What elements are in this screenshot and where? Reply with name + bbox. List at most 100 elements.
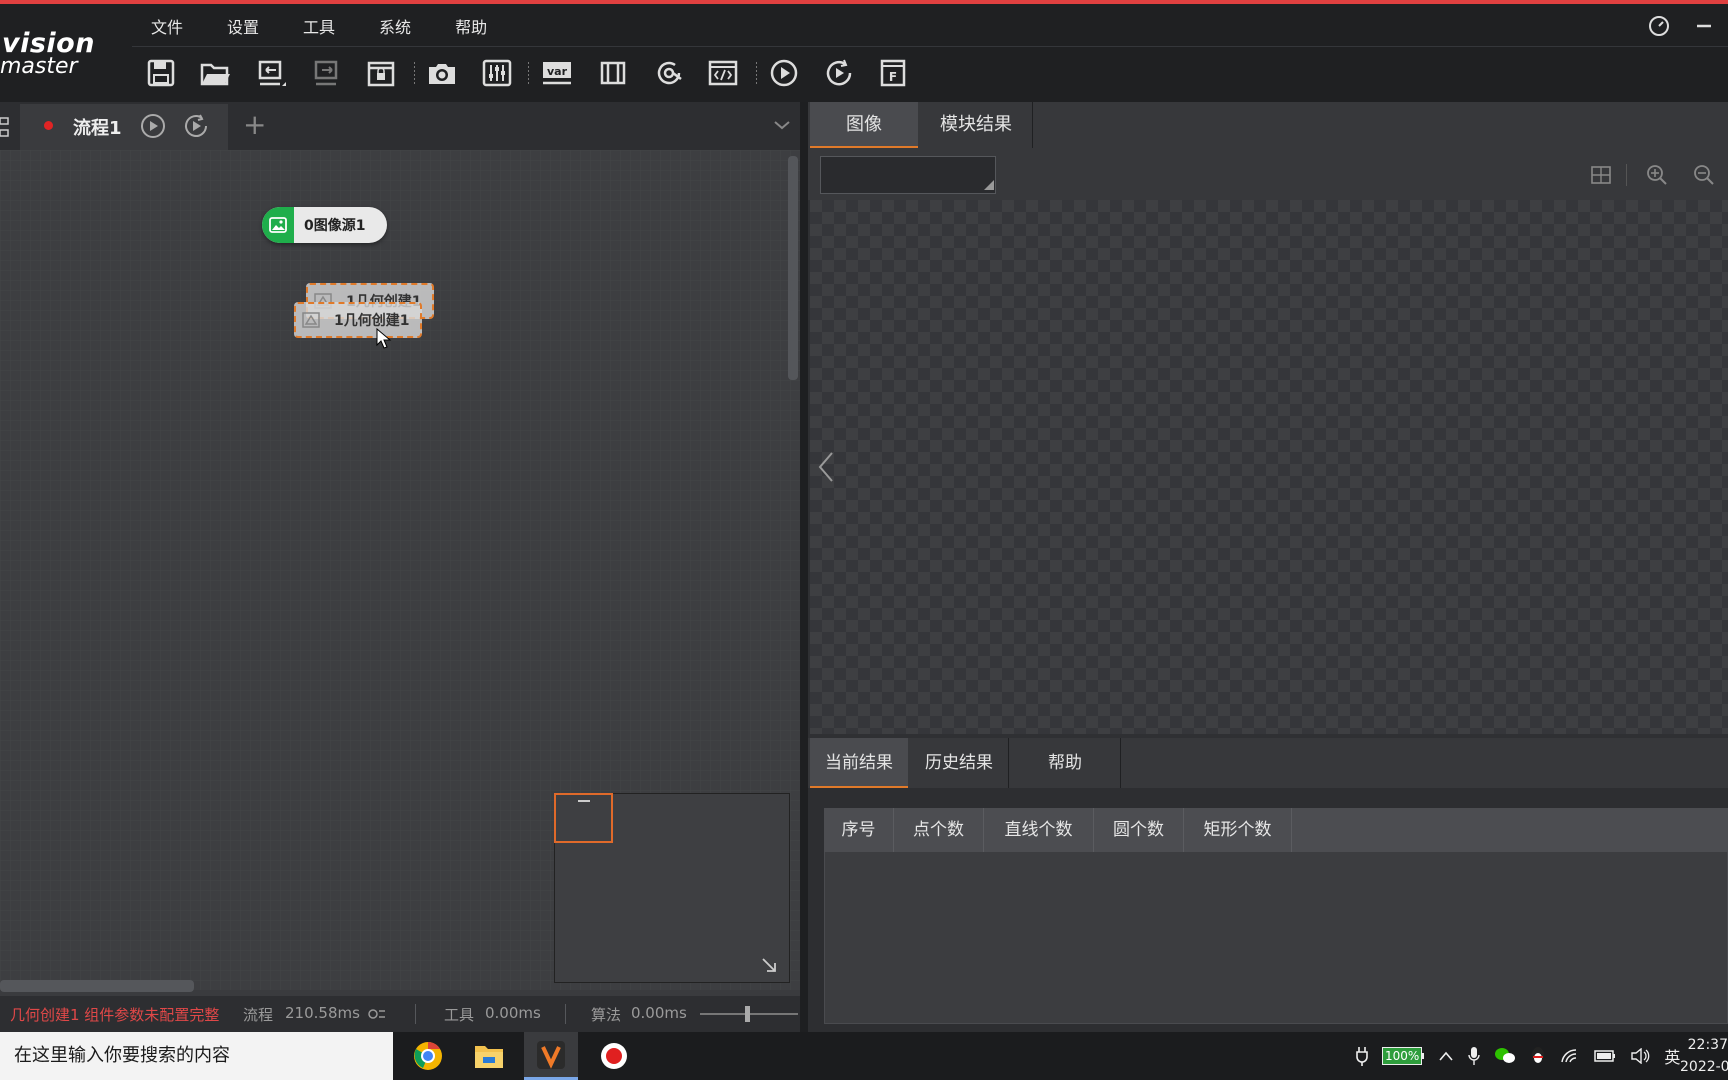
resize-arrow-icon[interactable] bbox=[760, 956, 778, 974]
zoom-in-icon[interactable] bbox=[1646, 164, 1668, 186]
chevron-down-icon[interactable] bbox=[773, 118, 791, 132]
flow-tab-label: 流程1 bbox=[73, 118, 122, 139]
flow-run-loop-icon[interactable] bbox=[183, 113, 209, 139]
column-point-count[interactable]: 点个数 bbox=[894, 808, 984, 852]
app-logo: vision master bbox=[0, 22, 130, 82]
communication-icon[interactable] bbox=[652, 56, 686, 90]
status-tool-time: 0.00ms bbox=[485, 1004, 541, 1022]
taskbar-explorer-icon[interactable] bbox=[462, 1032, 516, 1080]
status-flow-label: 流程 bbox=[243, 1006, 274, 1024]
panel-splitter[interactable] bbox=[800, 102, 808, 1032]
menu-file[interactable]: 文件 bbox=[140, 16, 194, 40]
toolbar-separator bbox=[414, 62, 415, 84]
run-once-icon[interactable] bbox=[767, 56, 801, 90]
open-folder-icon[interactable] bbox=[198, 56, 232, 90]
column-line-count[interactable]: 直线个数 bbox=[984, 808, 1094, 852]
lock-icon[interactable] bbox=[364, 56, 398, 90]
qq-icon[interactable] bbox=[1530, 1046, 1546, 1066]
zoom-out-icon[interactable] bbox=[1693, 164, 1715, 186]
import-icon[interactable] bbox=[254, 56, 288, 90]
tab-image[interactable]: 图像 bbox=[810, 102, 918, 148]
taskbar-visionmaster-icon[interactable] bbox=[524, 1032, 578, 1080]
power-plug-icon bbox=[1356, 1046, 1368, 1066]
tab-module-result[interactable]: 模块结果 bbox=[920, 102, 1033, 148]
svg-text:F: F bbox=[889, 70, 897, 84]
tab-help[interactable]: 帮助 bbox=[1010, 738, 1121, 788]
variable-icon[interactable]: var bbox=[540, 56, 574, 90]
image-source-dropdown[interactable] bbox=[820, 156, 996, 194]
recording-dot-icon bbox=[44, 121, 53, 130]
menu-bar: 文件 设置 工具 系统 帮助 bbox=[140, 16, 520, 40]
status-divider bbox=[415, 1004, 416, 1024]
node-image-source-label: 0图像源1 bbox=[304, 218, 366, 234]
add-flow-button[interactable]: + bbox=[243, 108, 266, 141]
image-icon bbox=[262, 207, 294, 243]
minimap-node-marker bbox=[578, 800, 590, 802]
save-icon[interactable] bbox=[144, 56, 178, 90]
status-algo-time: 0.00ms bbox=[631, 1004, 687, 1022]
taskbar-clock[interactable]: 22:37 2022-03 bbox=[1680, 1034, 1728, 1078]
menu-divider bbox=[132, 46, 1728, 47]
node-geometry-label: 1几何创建1 bbox=[334, 313, 410, 329]
battery-percent: 100% bbox=[1382, 1047, 1423, 1065]
global-icon[interactable] bbox=[596, 56, 630, 90]
process-tree-icon[interactable] bbox=[0, 116, 12, 138]
logo-line2: master bbox=[0, 54, 78, 79]
chevron-up-icon[interactable] bbox=[1438, 1050, 1454, 1062]
clock-date: 2022-03 bbox=[1680, 1059, 1728, 1075]
menu-settings[interactable]: 设置 bbox=[216, 16, 270, 40]
status-error-message: 几何创建1 组件参数未配置完整 bbox=[10, 1006, 220, 1024]
tab-current-result[interactable]: 当前结果 bbox=[810, 738, 908, 788]
battery-icon[interactable] bbox=[1594, 1049, 1616, 1063]
result-table-header: 序号 点个数 直线个数 圆个数 矩形个数 bbox=[824, 808, 1728, 852]
tab-history-result[interactable]: 历史结果 bbox=[910, 738, 1009, 788]
taskbar-browser-icon[interactable] bbox=[401, 1032, 455, 1080]
zoom-slider-thumb[interactable] bbox=[745, 1006, 750, 1022]
status-flow-time: 210.58ms bbox=[285, 1004, 360, 1022]
canvas-vertical-scrollbar[interactable] bbox=[788, 156, 798, 380]
clock-time: 22:37 bbox=[1687, 1037, 1728, 1053]
formula-icon[interactable]: F bbox=[876, 56, 910, 90]
menu-system[interactable]: 系统 bbox=[368, 16, 422, 40]
menu-tools[interactable]: 工具 bbox=[292, 16, 346, 40]
run-loop-icon[interactable] bbox=[822, 56, 856, 90]
image-display-area[interactable] bbox=[810, 200, 1728, 734]
export-icon[interactable] bbox=[310, 56, 344, 90]
geometry-icon bbox=[302, 312, 320, 328]
column-rect-count[interactable]: 矩形个数 bbox=[1184, 808, 1292, 852]
toolbar-separator bbox=[756, 62, 757, 84]
collapse-left-icon[interactable] bbox=[816, 450, 836, 484]
script-icon[interactable] bbox=[706, 56, 740, 90]
battery-indicator[interactable]: 100% bbox=[1382, 1047, 1425, 1065]
node-image-source[interactable]: 0图像源1 bbox=[262, 207, 387, 243]
status-bar: 几何创建1 组件参数未配置完整 流程 210.58ms 工具 0.00ms 算法… bbox=[0, 996, 800, 1032]
node-geometry-create[interactable]: 1几何创建1 bbox=[294, 302, 422, 338]
dropdown-corner-icon bbox=[984, 180, 994, 190]
camera-icon[interactable] bbox=[425, 56, 459, 90]
microphone-icon[interactable] bbox=[1468, 1046, 1481, 1066]
mouse-cursor-icon bbox=[376, 328, 392, 352]
taskbar-search-input[interactable]: 在这里输入你要搜索的内容 bbox=[0, 1032, 393, 1080]
taskbar-recorder-icon[interactable] bbox=[587, 1032, 641, 1080]
column-index[interactable]: 序号 bbox=[824, 808, 894, 852]
column-circle-count[interactable]: 圆个数 bbox=[1094, 808, 1184, 852]
svg-text:var: var bbox=[547, 65, 568, 78]
performance-icon[interactable] bbox=[1647, 14, 1671, 38]
flow-run-once-icon[interactable] bbox=[140, 113, 166, 139]
toolbar-separator bbox=[528, 62, 529, 84]
toolbar-divider bbox=[1626, 164, 1627, 186]
fit-window-icon[interactable] bbox=[1590, 164, 1612, 186]
status-list-icon[interactable] bbox=[368, 1006, 386, 1022]
volume-icon[interactable] bbox=[1630, 1048, 1650, 1064]
menu-help[interactable]: 帮助 bbox=[444, 16, 498, 40]
system-tray: 100% 英 bbox=[1356, 1032, 1680, 1080]
status-algo-label: 算法 bbox=[591, 1006, 622, 1024]
wifi-icon[interactable] bbox=[1560, 1048, 1580, 1064]
status-divider bbox=[565, 1004, 566, 1024]
minimize-icon[interactable] bbox=[1692, 14, 1716, 38]
adjust-icon[interactable] bbox=[480, 56, 514, 90]
ime-indicator[interactable]: 英 bbox=[1664, 1044, 1680, 1068]
wechat-icon[interactable] bbox=[1494, 1047, 1516, 1065]
status-tool-label: 工具 bbox=[444, 1006, 475, 1024]
canvas-horizontal-scrollbar[interactable] bbox=[0, 980, 194, 992]
